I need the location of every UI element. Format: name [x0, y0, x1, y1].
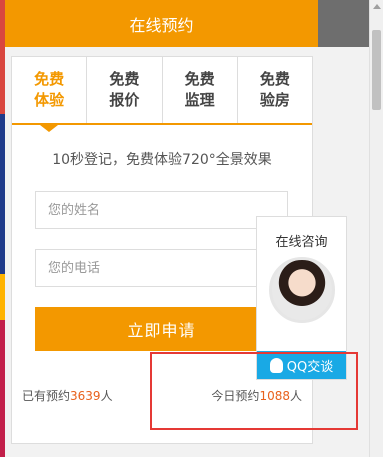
total-bookings-label: 已有预约: [22, 389, 71, 403]
tab-label-line1: 免费: [259, 70, 290, 88]
page-scrollbar[interactable]: [369, 0, 383, 457]
today-bookings-unit: 人: [289, 389, 302, 403]
today-bookings-count: 1088: [259, 389, 290, 403]
panel-title: 在线预约: [129, 15, 194, 35]
online-consult-widget: 在线咨询 QQ交谈: [256, 216, 347, 380]
tab-label-line1: 免费: [34, 70, 65, 88]
total-bookings-unit: 人: [100, 389, 113, 403]
total-bookings-count: 3639: [70, 389, 101, 403]
qq-chat-label: QQ交谈: [286, 359, 334, 375]
panel-header: 在线预约: [5, 0, 318, 47]
tab-free-supervision[interactable]: 免费 监理: [163, 57, 238, 123]
today-bookings-label: 今日预约: [211, 389, 260, 403]
tab-free-experience[interactable]: 免费 体验: [12, 57, 88, 132]
background-image-strip: [0, 0, 5, 457]
scroll-up-arrow-icon[interactable]: [373, 4, 381, 9]
tab-free-inspection[interactable]: 免费 验房: [238, 57, 312, 123]
scrollbar-thumb[interactable]: [372, 30, 381, 110]
qq-chat-button[interactable]: QQ交谈: [257, 351, 346, 379]
consultant-avatar: [269, 257, 335, 323]
tab-free-quote[interactable]: 免费 报价: [87, 57, 163, 123]
today-bookings-stat: 今日预约1088人: [211, 387, 302, 404]
consult-title: 在线咨询: [275, 235, 328, 250]
tab-label-line2: 体验: [34, 91, 65, 109]
tab-label-line1: 免费: [184, 70, 215, 88]
phone-input[interactable]: [35, 249, 288, 287]
tab-label-line2: 报价: [109, 91, 140, 109]
service-tabs: 免费体验 免费报价 免费监理 免费验房: [12, 57, 312, 132]
total-bookings-stat: 已有预约3639人: [22, 387, 113, 404]
header-dark-block: [318, 0, 370, 47]
tab-label-line2: 监理: [184, 91, 215, 109]
name-input[interactable]: [35, 191, 288, 229]
tab-label-line1: 免费: [109, 70, 140, 88]
qq-penguin-icon: [269, 357, 283, 373]
tab-label-line2: 验房: [259, 91, 290, 109]
form-description: 10秒登记，免费体验720°全景效果: [52, 152, 272, 168]
apply-now-button[interactable]: 立即申请: [35, 307, 288, 351]
